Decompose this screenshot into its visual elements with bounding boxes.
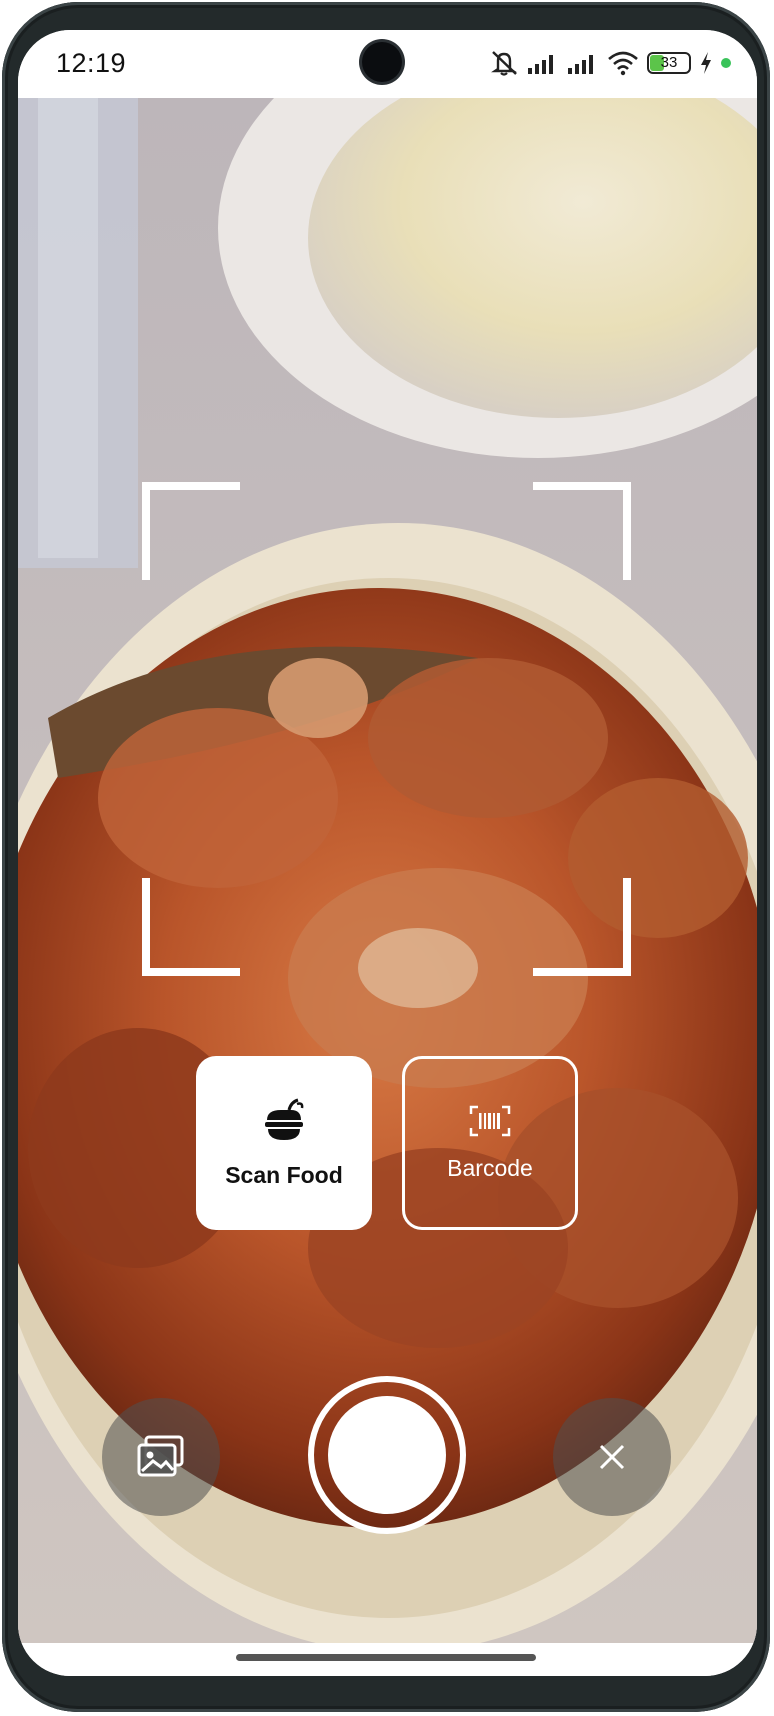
- battery-icon: 33: [647, 52, 691, 74]
- mute-icon: [491, 51, 517, 76]
- signal-icon: [528, 55, 553, 74]
- shutter-button[interactable]: [308, 1376, 466, 1534]
- scan-frame-corner-top-right: [533, 482, 631, 580]
- signal-icon: [568, 55, 593, 74]
- barcode-icon: [469, 1105, 511, 1136]
- screen: 12:19 33 Scan Food Barcode: [18, 30, 757, 1676]
- battery-level: 33: [660, 54, 678, 71]
- scan-food-label: Scan Food: [225, 1161, 343, 1188]
- status-icons: 33: [489, 48, 731, 78]
- barcode-label: Barcode: [447, 1154, 533, 1181]
- close-icon: [599, 1444, 625, 1470]
- home-indicator[interactable]: [236, 1654, 536, 1661]
- scan-frame-corner-bottom-left: [142, 878, 240, 976]
- food-icon: [265, 1098, 304, 1140]
- wifi-icon: [608, 51, 638, 76]
- shutter-inner: [328, 1396, 446, 1514]
- camera-viewfinder[interactable]: Scan Food Barcode: [18, 98, 757, 1643]
- status-bar: 12:19 33: [18, 30, 757, 98]
- gallery-icon: [137, 1435, 184, 1477]
- scan-frame-corner-bottom-right: [533, 878, 631, 976]
- scan-frame-corner-top-left: [142, 482, 240, 580]
- privacy-indicator: [721, 58, 731, 68]
- close-button[interactable]: [553, 1398, 671, 1516]
- gallery-button[interactable]: [102, 1398, 220, 1516]
- scan-food-button[interactable]: Scan Food: [196, 1056, 372, 1230]
- barcode-button[interactable]: Barcode: [402, 1056, 578, 1230]
- phone: 12:19 33 Scan Food Barcode: [0, 0, 774, 1716]
- front-camera: [362, 42, 402, 82]
- status-time: 12:19: [56, 48, 127, 78]
- charging-icon: [701, 52, 711, 74]
